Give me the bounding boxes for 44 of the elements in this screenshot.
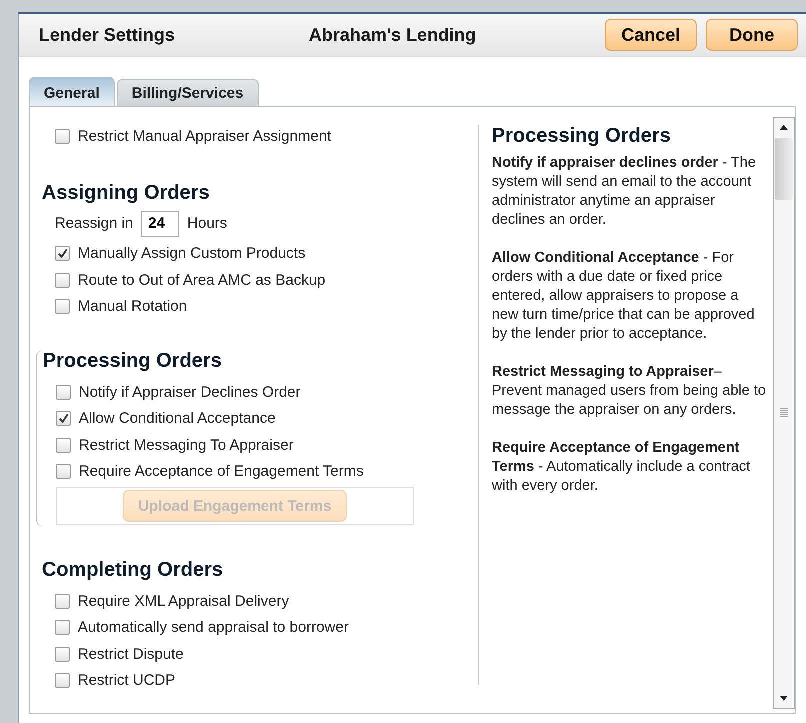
option-label: Notify if Appraiser Declines Order (79, 384, 301, 401)
option-label: Require Acceptance of Engagement Terms (79, 463, 364, 480)
checkbox[interactable] (56, 464, 71, 480)
header-button[interactable]: Done (706, 19, 798, 51)
section-heading: Assigning Orders (42, 182, 211, 204)
option-label: Allow Conditional Acceptance (79, 410, 276, 428)
option-label: Automatically send appraisal to borrower (78, 619, 349, 636)
reassign-label: Reassign in (55, 215, 134, 232)
lender-name: Abraham's Lending (309, 24, 478, 46)
checkbox[interactable] (55, 272, 70, 288)
checkbox[interactable] (56, 384, 71, 400)
section-heading: Processing Orders (43, 350, 223, 373)
checkbox[interactable] (55, 594, 70, 609)
scrollbar[interactable] (773, 117, 795, 709)
checkbox[interactable] (55, 128, 70, 144)
checkbox[interactable] (55, 673, 70, 688)
option-label: Route to Out of Area AMC as Backup (78, 272, 326, 289)
checkbox[interactable] (55, 246, 70, 262)
option-label: Restrict Manual Appraiser Assignment (78, 128, 332, 145)
checkbox[interactable] (56, 411, 71, 426)
tab[interactable]: General (29, 77, 115, 106)
option-label: Manual Rotation (78, 298, 188, 316)
scroll-thumb[interactable] (775, 138, 793, 200)
dialog-title: Lender Settings (39, 24, 176, 46)
option-label: Manually Assign Custom Products (78, 245, 306, 262)
section-heading: Completing Orders (42, 559, 224, 582)
option-label: Require XML Appraisal Delivery (78, 592, 290, 610)
checkbox[interactable] (55, 646, 70, 662)
checkbox[interactable] (55, 620, 70, 636)
tab[interactable]: Billing/Services (116, 79, 259, 106)
help-paragraph: Restrict Messaging to Appraiser– Prevent managed users from being able to message the appraiser on any orders. (492, 363, 767, 420)
header-button[interactable]: Cancel (605, 19, 697, 51)
help-paragraph: Notify if appraiser declines order - The system will send an email to the account administrator anytime an appraiser declines an order. (492, 154, 758, 230)
option-label: Restrict Dispute (78, 646, 184, 663)
checkbox[interactable] (56, 438, 71, 453)
option-label: Restrict UCDP (78, 672, 176, 690)
checkbox[interactable] (55, 299, 70, 314)
grip-icon (780, 408, 788, 418)
unit-label: Hours (187, 215, 228, 232)
help-paragraph: Require Acceptance of Engagement Terms - Automatically include a contract with every order. (492, 439, 752, 496)
help-heading: Processing Orders (492, 125, 672, 148)
option-label: Restrict Messaging To Appraiser (79, 436, 294, 454)
hours-field[interactable]: 24 (141, 210, 180, 236)
help-paragraph: Allow Conditional Acceptance - For orders with a due date or fixed price entered, allow appraisers to propose a new turn time/price that can be approved by the lender prior to acceptance. (492, 249, 756, 344)
